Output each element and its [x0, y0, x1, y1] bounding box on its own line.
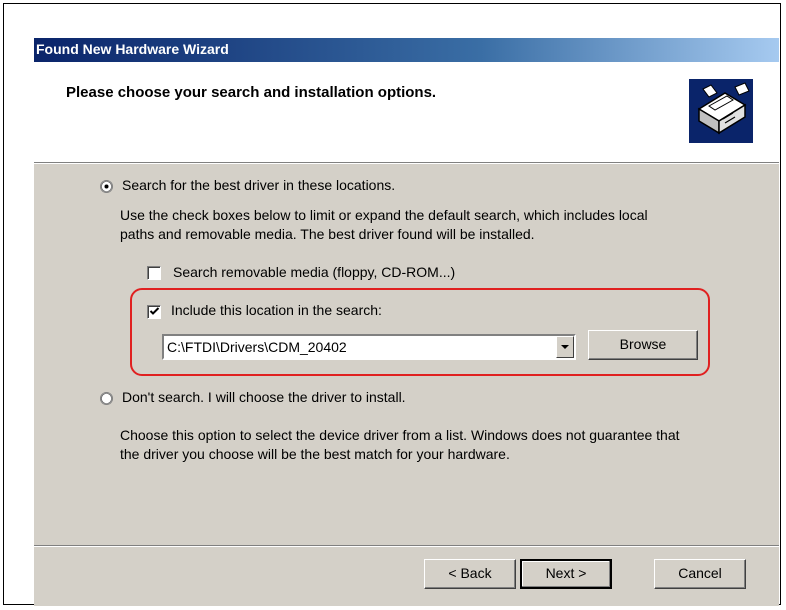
removable-media-label[interactable]: Search removable media (floppy, CD-ROM..… [173, 264, 455, 280]
search-description: Use the check boxes below to limit or ex… [120, 206, 648, 244]
location-combobox[interactable]: C:\FTDI\Drivers\CDM_20402 [162, 334, 576, 360]
search-description-line-2: paths and removable media. The best driv… [120, 226, 535, 242]
back-button[interactable]: < Back [424, 559, 516, 589]
dont-search-description-line-1: Choose this option to select the device … [120, 427, 680, 443]
dont-search-option-label[interactable]: Don't search. I will choose the driver t… [122, 389, 406, 405]
include-location-label[interactable]: Include this location in the search: [171, 302, 382, 318]
dont-search-radio[interactable] [100, 392, 113, 405]
search-description-line-1: Use the check boxes below to limit or ex… [120, 207, 648, 223]
cancel-button[interactable]: Cancel [654, 559, 746, 589]
search-radio[interactable] [100, 180, 113, 193]
checkmark-icon [149, 307, 160, 315]
search-option-label[interactable]: Search for the best driver in these loca… [122, 177, 395, 193]
combo-dropdown-button[interactable] [556, 336, 574, 358]
footer-divider [34, 545, 779, 547]
title-bar[interactable]: Found New Hardware Wizard [34, 38, 779, 62]
include-location-checkbox[interactable] [147, 305, 161, 319]
chevron-down-icon [561, 345, 569, 349]
header-divider [34, 162, 779, 164]
dont-search-description: Choose this option to select the device … [120, 426, 680, 464]
window-title: Found New Hardware Wizard [36, 41, 229, 57]
hardware-wizard-icon [689, 79, 753, 143]
next-button[interactable]: Next > [520, 559, 612, 589]
browse-button[interactable]: Browse [588, 330, 698, 360]
wizard-dialog: Found New Hardware Wizard Please choose … [34, 38, 779, 606]
page-title: Please choose your search and installati… [66, 84, 437, 101]
dont-search-description-line-2: the driver you choose will be the best m… [120, 446, 510, 462]
location-path-value[interactable]: C:\FTDI\Drivers\CDM_20402 [167, 339, 347, 355]
wizard-header: Please choose your search and installati… [34, 62, 779, 162]
removable-media-checkbox[interactable] [147, 266, 161, 280]
